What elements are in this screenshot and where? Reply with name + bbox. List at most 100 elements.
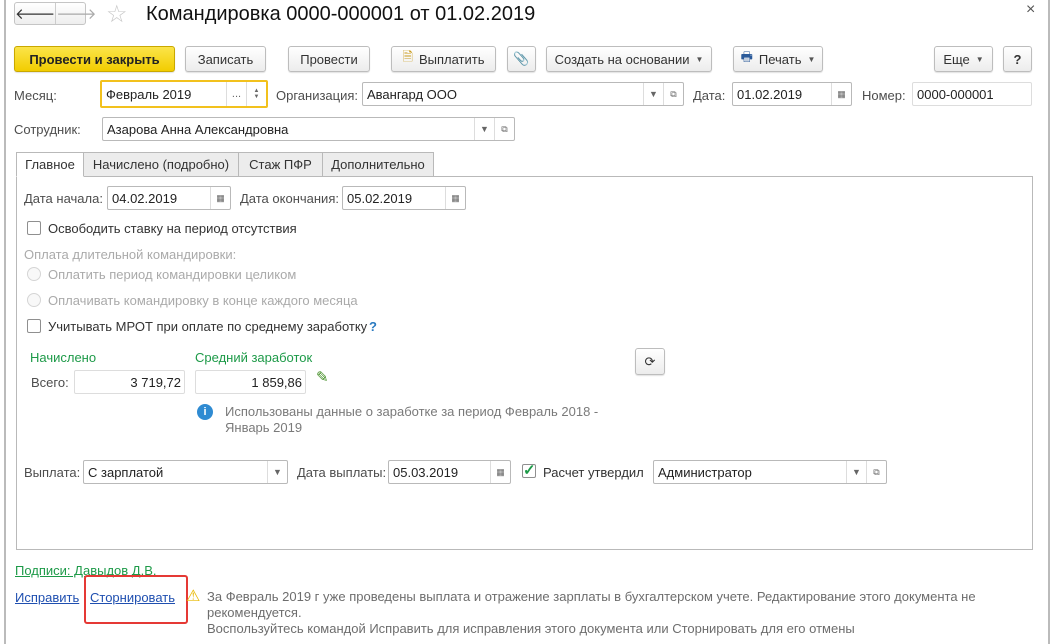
- date-field[interactable]: 01.02.2019 ▦: [732, 82, 852, 106]
- info-text-line1: Использованы данные о заработке за перио…: [225, 404, 599, 419]
- mrot-checkbox[interactable]: [27, 319, 41, 333]
- chevron-down-icon[interactable]: ▼: [267, 461, 287, 483]
- pay-label: Выплатить: [418, 51, 485, 67]
- refresh-button[interactable]: ⟳: [635, 348, 665, 375]
- warning-text-line3: Воспользуйтесь командой Исправить для ис…: [207, 621, 855, 636]
- info-icon: i: [197, 404, 213, 420]
- approved-label: Расчет утвердил: [543, 465, 644, 480]
- tab-additional[interactable]: Дополнительно: [322, 152, 434, 177]
- radio-pay-monthly[interactable]: [27, 293, 41, 307]
- month-label: Месяц:: [14, 88, 57, 103]
- end-date-field[interactable]: 05.02.2019 ▦: [342, 186, 466, 210]
- paperclip-icon: 📎: [513, 51, 530, 66]
- forward-button[interactable]: 🡒: [56, 3, 96, 24]
- save-button[interactable]: Записать: [185, 46, 266, 72]
- org-label: Организация:: [276, 88, 359, 103]
- date-value: 01.02.2019: [737, 86, 803, 102]
- back-button[interactable]: 🡐: [15, 3, 57, 24]
- start-date-field[interactable]: 04.02.2019 ▦: [107, 186, 231, 210]
- start-date-label: Дата начала:: [24, 191, 103, 206]
- pencil-edit-icon[interactable]: ✎: [316, 368, 329, 386]
- employee-value: Азарова Анна Александровна: [107, 121, 289, 137]
- approved-checkbox[interactable]: ✓: [522, 463, 536, 478]
- month-spinner[interactable]: ▲ ▼: [246, 82, 266, 106]
- employee-label: Сотрудник:: [14, 122, 81, 137]
- more-label: Еще: [943, 51, 970, 67]
- help-button[interactable]: ?: [1003, 46, 1032, 72]
- highlight-frame: [84, 575, 188, 624]
- attach-button[interactable]: 📎: [507, 46, 536, 72]
- end-date-value: 05.02.2019: [347, 190, 413, 206]
- approved-by-value: Администратор: [658, 464, 752, 480]
- open-icon[interactable]: ⧉: [866, 461, 886, 483]
- payout-date-field[interactable]: 05.03.2019 ▦: [388, 460, 511, 484]
- org-field[interactable]: Авангард ООО ▼ ⧉: [362, 82, 684, 106]
- nav-buttons: 🡐 🡒: [14, 2, 96, 25]
- number-value: 0000-000001: [917, 86, 994, 102]
- refresh-icon: ⟳: [644, 353, 656, 369]
- payout-label: Выплата:: [24, 465, 81, 480]
- avg-earnings-field: 1 859,86: [195, 370, 306, 394]
- printer-icon: 🖶: [740, 49, 753, 64]
- start-date-value: 04.02.2019: [112, 190, 178, 206]
- chevron-down-icon[interactable]: ▼: [846, 461, 866, 483]
- pay-document-icon: 🗎: [402, 49, 413, 64]
- month-value: Февраль 2019: [106, 86, 192, 102]
- accrued-heading: Начислено: [30, 350, 97, 365]
- number-label: Номер:: [862, 88, 906, 103]
- calendar-icon[interactable]: ▦: [831, 83, 851, 105]
- month-select-button[interactable]: ...: [226, 82, 246, 106]
- warning-text-line2: рекомендуется.: [207, 605, 302, 620]
- payout-field[interactable]: С зарплатой ▼: [83, 460, 288, 484]
- favorite-star-icon[interactable]: ☆: [106, 0, 128, 29]
- chevron-down-icon[interactable]: ▼: [474, 118, 494, 140]
- calendar-icon[interactable]: ▦: [210, 187, 230, 209]
- free-rate-checkbox[interactable]: [27, 221, 41, 235]
- radio-pay-whole-label: Оплатить период командировки целиком: [48, 267, 297, 282]
- open-icon[interactable]: ⧉: [494, 118, 514, 140]
- chevron-down-icon: ▼: [807, 54, 816, 64]
- tab-pension-experience[interactable]: Стаж ПФР: [238, 152, 323, 177]
- calendar-icon[interactable]: ▦: [490, 461, 510, 483]
- employee-field[interactable]: Азарова Анна Александровна ▼ ⧉: [102, 117, 515, 141]
- payout-date-value: 05.03.2019: [393, 464, 459, 480]
- warning-icon: ⚠: [186, 588, 201, 605]
- date-label: Дата:: [693, 88, 726, 103]
- warning-text-line1: За Февраль 2019 г уже проведены выплата …: [207, 589, 976, 604]
- mrot-help-icon[interactable]: ?: [369, 319, 377, 334]
- close-icon[interactable]: ×: [1026, 1, 1035, 19]
- mrot-label: Учитывать МРОТ при оплате по среднему за…: [48, 319, 368, 334]
- chevron-down-icon: ▼: [695, 54, 704, 64]
- print-button[interactable]: 🖶 Печать ▼: [733, 46, 823, 72]
- chevron-down-icon[interactable]: ▼: [643, 83, 663, 105]
- approved-by-field[interactable]: Администратор ▼ ⧉: [653, 460, 887, 484]
- tab-main[interactable]: Главное: [16, 152, 84, 177]
- info-text-line2: Январь 2019: [225, 420, 303, 435]
- open-icon[interactable]: ⧉: [663, 83, 683, 105]
- calendar-icon[interactable]: ▦: [445, 187, 465, 209]
- post-button[interactable]: Провести: [288, 46, 370, 72]
- post-and-close-button[interactable]: Провести и закрыть: [14, 46, 175, 72]
- total-field: 3 719,72: [74, 370, 185, 394]
- month-field[interactable]: Февраль 2019 ... ▲ ▼: [100, 80, 268, 108]
- create-based-button[interactable]: Создать на основании ▼: [546, 46, 712, 72]
- long-trip-label: Оплата длительной командировки:: [24, 247, 237, 262]
- tab-accrued-detail[interactable]: Начислено (подробно): [83, 152, 239, 177]
- more-button[interactable]: Еще ▼: [934, 46, 993, 72]
- org-value: Авангард ООО: [367, 86, 457, 102]
- pay-button[interactable]: 🗎 Выплатить: [391, 46, 496, 72]
- avg-earnings-heading: Средний заработок: [195, 350, 313, 365]
- total-label: Всего:: [31, 375, 69, 390]
- payout-value: С зарплатой: [88, 464, 164, 480]
- page-title: Командировка 0000-000001 от 01.02.2019: [146, 3, 536, 25]
- create-based-label: Создать на основании: [554, 51, 690, 67]
- chevron-down-icon: ▼: [975, 54, 984, 64]
- radio-pay-monthly-label: Оплачивать командировку в конце каждого …: [48, 293, 358, 308]
- radio-pay-whole[interactable]: [27, 267, 41, 281]
- fix-link[interactable]: Исправить: [15, 590, 79, 605]
- print-label: Печать: [758, 51, 802, 67]
- free-rate-label: Освободить ставку на период отсутствия: [48, 221, 297, 236]
- payout-date-label: Дата выплаты:: [297, 465, 387, 480]
- number-field[interactable]: 0000-000001: [912, 82, 1032, 106]
- end-date-label: Дата окончания:: [240, 191, 339, 206]
